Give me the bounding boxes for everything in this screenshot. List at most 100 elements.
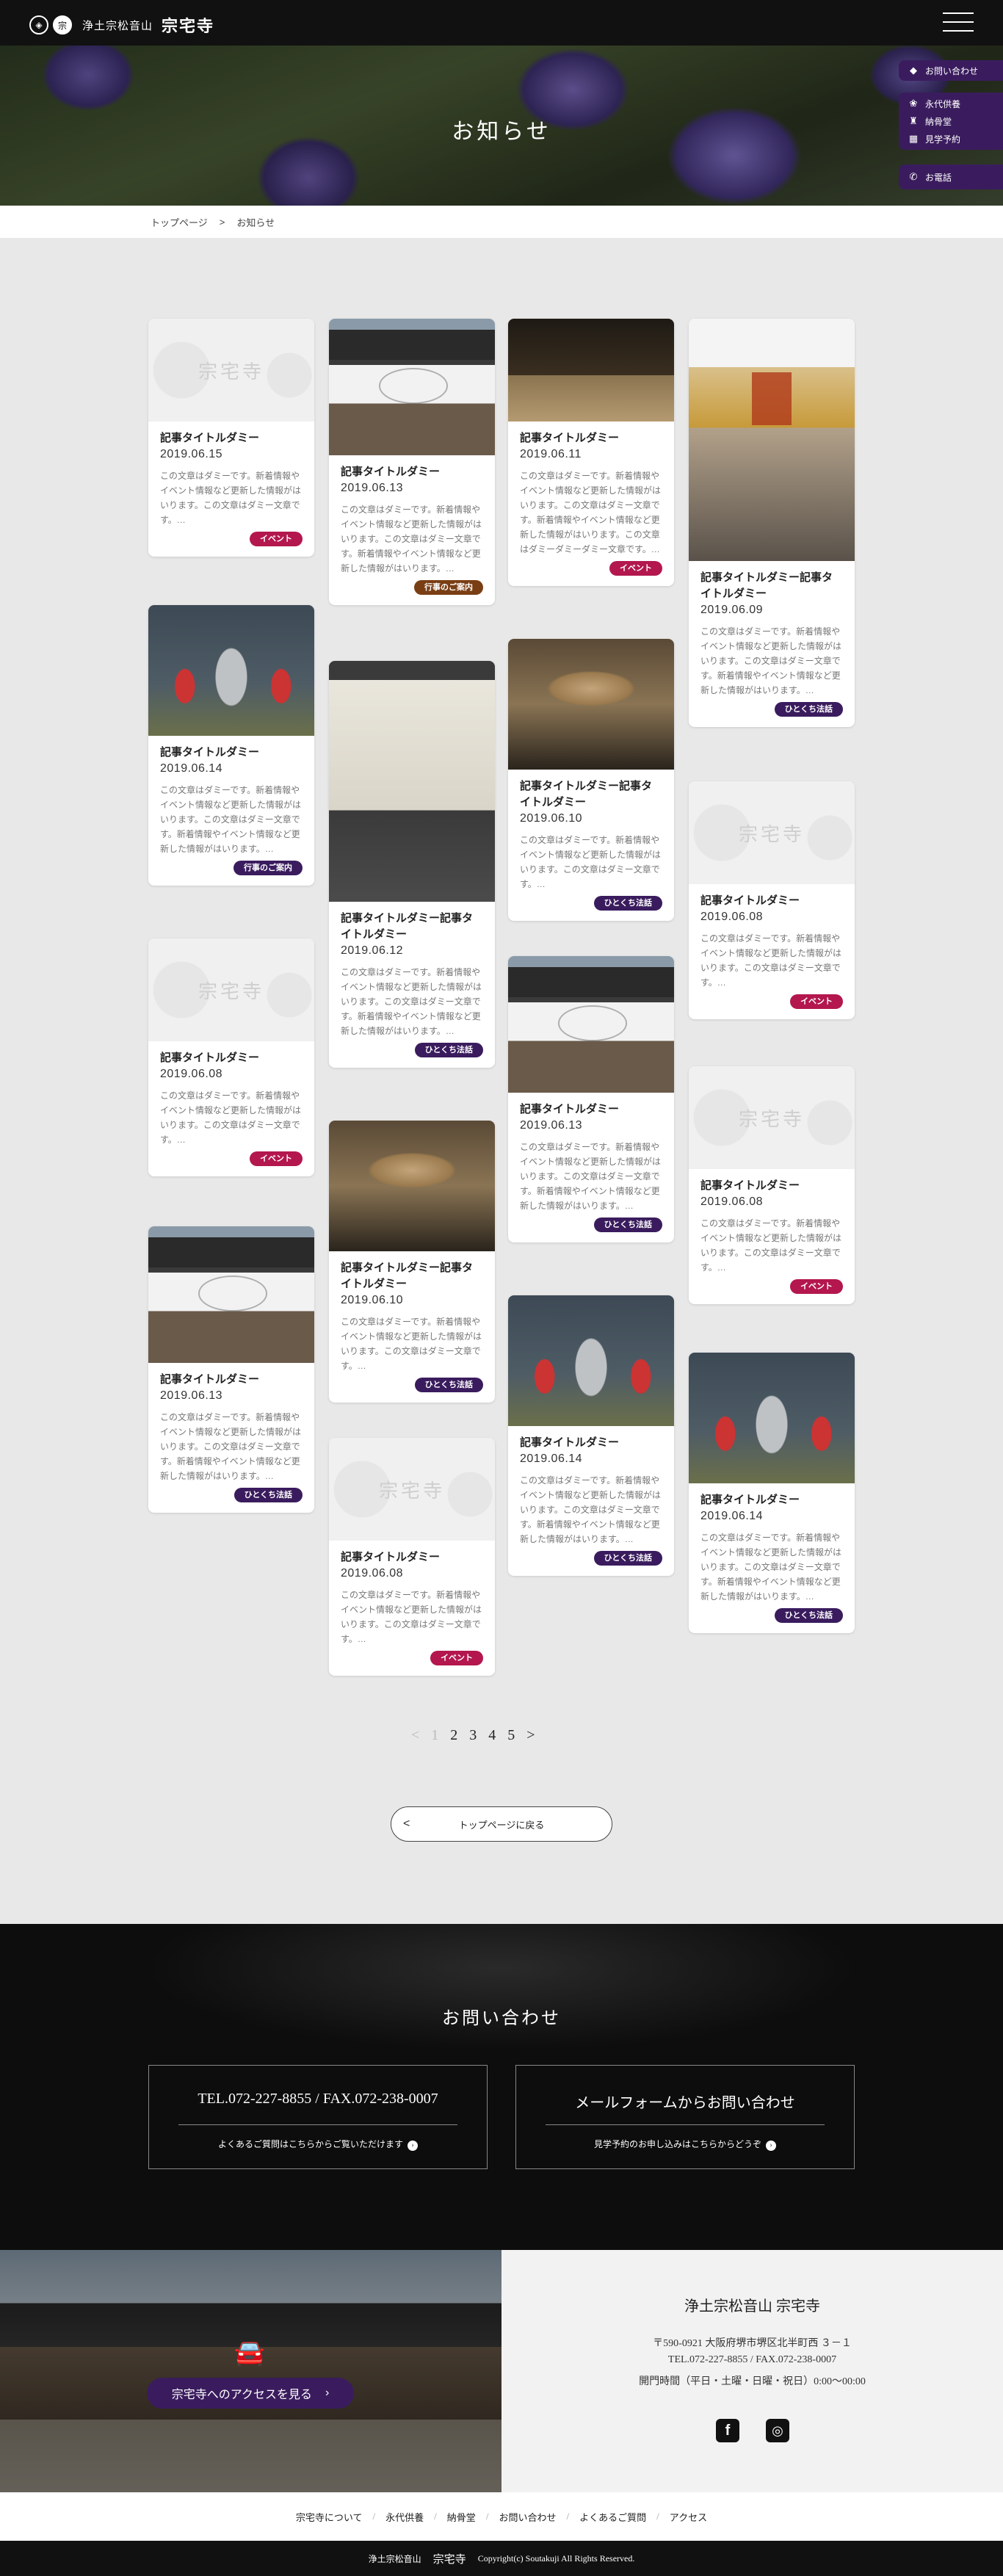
card-tag[interactable]: 行事のご案内	[414, 580, 483, 595]
card-title: 記事タイトルダミー	[160, 1373, 260, 1386]
card-tag[interactable]: ひとくち法話	[233, 1488, 303, 1502]
footer-link[interactable]: アクセス	[670, 2510, 707, 2524]
news-card[interactable]: 記事タイトルダミー 2019.06.13 この文章はダミーです。新着情報やイベント情…	[148, 1226, 314, 1513]
side-item-eitai[interactable]: ❀ 永代供養	[899, 95, 1003, 112]
card-excerpt: この文章はダミーです。新着情報やイベント情報など更新した情報がはいります。この文…	[700, 626, 842, 695]
pagination-page[interactable]: 2	[450, 1727, 457, 1744]
card-title: 記事タイトルダミー	[700, 894, 800, 907]
news-card[interactable]: 記事タイトルダミー 2019.06.14 この文章はダミーです。新着情報やイベント情…	[148, 605, 314, 886]
card-title: 記事タイトルダミー	[160, 746, 260, 759]
car-icon: 🚘	[233, 2339, 266, 2367]
pagination-prev[interactable]: <	[411, 1727, 419, 1744]
card-date: 2019.06.08	[341, 1567, 404, 1580]
news-card[interactable]: 記事タイトルダミー 2019.06.14 この文章はダミーです。新着情報やイベント情…	[508, 1295, 674, 1576]
pagination-page[interactable]: 5	[507, 1727, 515, 1744]
card-tag[interactable]: 行事のご案内	[233, 861, 303, 875]
contact-mail-box[interactable]: メールフォームからお問い合わせ 見学予約のお申し込みはこちらからどうぞ ›	[515, 2065, 855, 2169]
contact-mail: メールフォームからお問い合わせ	[575, 2095, 795, 2111]
card-thumbnail	[329, 319, 495, 455]
card-excerpt: この文章はダミーです。新着情報やイベント情報など更新した情報がはいります。この文…	[341, 504, 482, 574]
lotus-icon: ❀	[909, 98, 918, 109]
card-tag[interactable]: ひとくち法話	[593, 1551, 662, 1566]
news-card[interactable]: 記事タイトルダミー 2019.06.13 この文章はダミーです。新着情報やイベント情…	[329, 319, 495, 605]
card-title: 記事タイトルダミー	[520, 1103, 620, 1115]
hamburger-menu-icon[interactable]	[943, 12, 974, 33]
pagination-page[interactable]: 4	[488, 1727, 496, 1744]
card-title: 記事タイトルダミー	[160, 1052, 260, 1064]
calendar-icon: ▦	[908, 133, 919, 144]
news-card[interactable]: 宗宅寺 記事タイトルダミー 2019.06.08 この文章はダミーです。新着情報やイ…	[329, 1438, 495, 1676]
card-title: 記事タイトルダミー	[520, 1436, 620, 1449]
footer-link[interactable]: よくあるご質問	[579, 2510, 646, 2524]
pagination-page[interactable]: 3	[469, 1727, 477, 1744]
card-excerpt: この文章はダミーです。新着情報やイベント情報など更新した情報がはいります。この文…	[160, 1412, 302, 1481]
side-menu-links: ❀ 永代供養 ♜ 納骨堂 ▦ 見学予約	[899, 93, 1003, 150]
card-tag[interactable]: ひとくち法話	[414, 1043, 483, 1057]
card-tag[interactable]: イベント	[250, 1151, 303, 1166]
card-tag[interactable]: ひとくち法話	[593, 896, 662, 911]
arrow-right-icon: ›	[766, 2141, 776, 2151]
card-date: 2019.06.08	[160, 1068, 223, 1080]
card-tag[interactable]: イベント	[790, 1279, 843, 1294]
info-address: 〒590-0921 大阪府堺市堺区北半町西 ３－１	[653, 2338, 852, 2349]
card-thumbnail: 宗宅寺	[148, 938, 314, 1041]
side-item-nokotsu[interactable]: ♜ 納骨堂	[899, 112, 1003, 130]
site-logo[interactable]: ◈ 宗 浄土宗松音山 宗宅寺	[29, 13, 214, 37]
card-date: 2019.06.12	[341, 944, 404, 957]
side-item-label: 納骨堂	[925, 116, 952, 127]
side-phone-button[interactable]: ✆ お電話	[899, 164, 1003, 189]
footer-link[interactable]: 宗宅寺について	[296, 2510, 363, 2524]
breadcrumb-current: お知らせ	[236, 217, 275, 228]
card-thumbnail	[689, 1353, 855, 1483]
info-hours: 開門時間（平日・土曜・日曜・祝日）0:00〜00:00	[639, 2376, 866, 2387]
card-thumbnail	[508, 319, 674, 422]
side-item-kengaku[interactable]: ▦ 見学予約	[899, 130, 1003, 148]
card-tag[interactable]: イベント	[430, 1651, 483, 1665]
card-thumbnail: 宗宅寺	[689, 1066, 855, 1169]
card-excerpt: この文章はダミーです。新着情報やイベント情報など更新した情報がはいります。この文…	[700, 933, 842, 988]
news-card[interactable]: 宗宅寺 記事タイトルダミー 2019.06.08 この文章はダミーです。新着情報やイ…	[689, 1066, 855, 1304]
logo-title: 宗宅寺	[162, 17, 215, 35]
access-button[interactable]: 宗宅寺へのアクセスを見る ›	[147, 2378, 354, 2409]
news-card[interactable]: 記事タイトルダミー 2019.06.14 この文章はダミーです。新着情報やイベント情…	[689, 1353, 855, 1633]
side-contact-button[interactable]: ◆ お問い合わせ	[899, 60, 1003, 81]
card-excerpt: この文章はダミーです。新着情報やイベント情報など更新した情報がはいります。この文…	[341, 967, 482, 1036]
pagination-page[interactable]: 1	[431, 1727, 438, 1744]
news-card[interactable]: 記事タイトルダミー記事タイトルダミー 2019.06.12 この文章はダミーです。新…	[329, 661, 495, 1068]
temple-crest-icon: 宗	[53, 15, 72, 35]
access-photo: 🚘 宗宅寺へのアクセスを見る ›	[0, 2250, 502, 2492]
card-excerpt: この文章はダミーです。新着情報やイベント情報など更新した情報がはいります。この文…	[520, 1475, 662, 1544]
pagination-next[interactable]: >	[526, 1727, 535, 1744]
news-card[interactable]: 宗宅寺 記事タイトルダミー 2019.06.08 この文章はダミーです。新着情報やイ…	[148, 938, 314, 1176]
facebook-icon[interactable]: f	[716, 2419, 739, 2442]
news-card[interactable]: 宗宅寺 記事タイトルダミー 2019.06.15 この文章はダミーです。新着情報やイ…	[148, 319, 314, 557]
card-tag[interactable]: イベント	[609, 561, 662, 576]
card-excerpt: この文章はダミーです。新着情報やイベント情報など更新した情報がはいります。この文…	[160, 1090, 302, 1145]
reservation-link-text: 見学予約のお申し込みはこちらからどうぞ	[593, 2139, 761, 2149]
footer-link[interactable]: 納骨堂	[447, 2510, 476, 2524]
faq-link-text: よくあるご質問はこちらからご覧いただけます	[217, 2139, 403, 2149]
breadcrumb-home[interactable]: トップページ	[151, 215, 208, 229]
news-card[interactable]: 記事タイトルダミー記事タイトルダミー 2019.06.10 この文章はダミーです。新…	[329, 1121, 495, 1403]
news-card[interactable]: 記事タイトルダミー 2019.06.13 この文章はダミーです。新着情報やイベント情…	[508, 956, 674, 1242]
contact-tel-box[interactable]: TEL.072-227-8855 / FAX.072-238-0007 よくある…	[148, 2065, 488, 2169]
side-contact-label: お問い合わせ	[925, 65, 979, 76]
back-to-top-button[interactable]: < トップページに戻る	[391, 1806, 612, 1842]
instagram-icon[interactable]: ◎	[766, 2419, 789, 2442]
card-tag[interactable]: ひとくち法話	[593, 1218, 662, 1232]
card-tag[interactable]: ひとくち法話	[414, 1378, 483, 1392]
crest-icon: ◈	[29, 15, 48, 35]
news-card[interactable]: 宗宅寺 記事タイトルダミー 2019.06.08 この文章はダミーです。新着情報やイ…	[689, 781, 855, 1019]
phone-icon: ✆	[909, 171, 918, 182]
news-card[interactable]: 記事タイトルダミー記事タイトルダミー 2019.06.10 この文章はダミーです。新…	[508, 639, 674, 921]
footer-link[interactable]: 永代供養	[385, 2510, 424, 2524]
card-tag[interactable]: イベント	[790, 994, 843, 1009]
card-thumbnail	[508, 956, 674, 1093]
news-card[interactable]: 記事タイトルダミー記事タイトルダミー 2019.06.09 この文章はダミーです。新…	[689, 319, 855, 727]
card-tag[interactable]: ひとくち法話	[774, 702, 843, 717]
news-card[interactable]: 記事タイトルダミー 2019.06.11 この文章はダミーです。新着情報やイベント情…	[508, 319, 674, 586]
breadcrumb: トップページ > お知らせ	[0, 206, 1003, 238]
card-tag[interactable]: イベント	[250, 532, 303, 546]
footer-link[interactable]: お問い合わせ	[499, 2510, 556, 2524]
card-tag[interactable]: ひとくち法話	[774, 1608, 843, 1623]
